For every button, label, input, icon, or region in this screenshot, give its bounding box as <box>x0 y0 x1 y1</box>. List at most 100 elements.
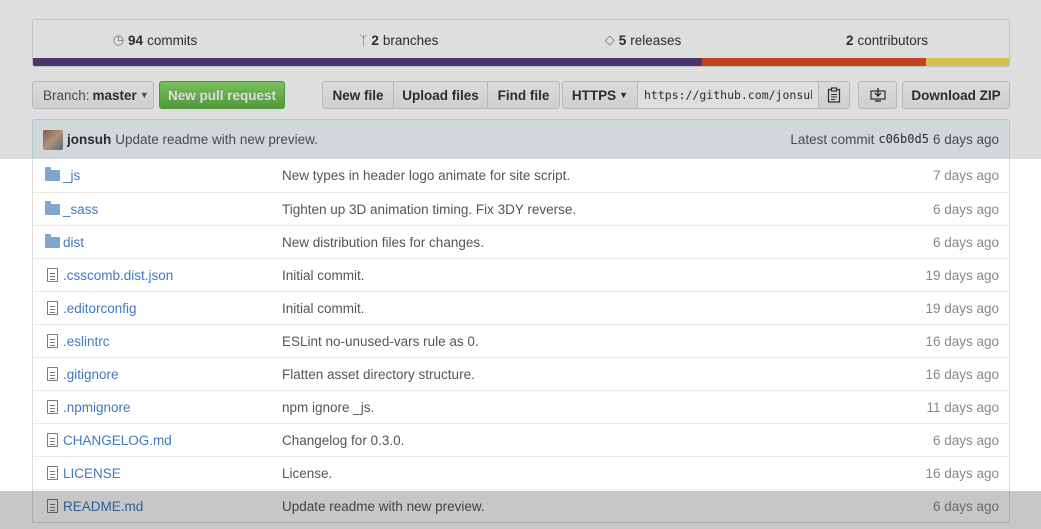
contributors-link[interactable]: 2 contributors <box>765 33 1009 48</box>
file-commit-message[interactable]: Changelog for 0.3.0. <box>282 433 889 448</box>
file-commit-message[interactable]: Update readme with new preview. <box>282 499 889 514</box>
commits-count: 94 <box>128 32 144 48</box>
commits-label: commits <box>147 32 198 48</box>
folder-icon <box>44 200 60 215</box>
releases-count: 5 <box>618 32 627 48</box>
file-age: 7 days ago <box>932 168 999 183</box>
file-toolbar: Branch: master ▼ New pull request New fi… <box>32 81 1010 109</box>
avatar[interactable] <box>43 129 63 150</box>
tag-icon: ◇ <box>604 32 615 47</box>
file-text-icon <box>46 433 58 447</box>
file-icon-cell <box>33 233 63 248</box>
new-pull-request-button[interactable]: New pull request <box>159 81 285 109</box>
find-file-button[interactable]: Find file <box>487 81 560 109</box>
file-icon-cell <box>33 200 63 215</box>
file-icon-cell <box>33 466 63 480</box>
file-icon-cell <box>33 433 63 447</box>
file-name-link[interactable]: _sass <box>63 202 282 217</box>
new-file-button[interactable]: New file <box>322 81 394 109</box>
history-icon: ◷ <box>112 32 125 47</box>
download-zip-button[interactable]: Download ZIP <box>902 81 1010 109</box>
file-list: _js New types in header logo animate for … <box>32 159 1010 523</box>
clone-url-group: HTTPS ▼ <box>562 81 850 109</box>
releases-link[interactable]: ◇ 5 releases <box>521 32 765 48</box>
file-name-link[interactable]: _js <box>63 168 282 183</box>
releases-label: releases <box>630 32 682 48</box>
file-row: dist New distribution files for changes. 6… <box>33 225 1009 258</box>
clone-protocol-button[interactable]: HTTPS ▼ <box>562 81 638 109</box>
file-text-icon <box>46 367 58 381</box>
caret-down-icon: ▼ <box>139 90 149 100</box>
commit-sha[interactable]: c06b0d5 <box>878 132 929 147</box>
file-commit-message[interactable]: New distribution files for changes. <box>282 235 889 250</box>
commits-link[interactable]: ◷ 94 commits <box>33 32 277 48</box>
latest-commit-bar: jonsuh Update readme with new preview. L… <box>32 119 1010 159</box>
file-name-link[interactable]: CHANGELOG.md <box>63 433 282 448</box>
file-row: .eslintrc ESLint no-unused-vars rule as 0… <box>33 324 1009 357</box>
file-age: 16 days ago <box>925 465 999 481</box>
clone-protocol-label: HTTPS <box>571 87 617 103</box>
file-name-link[interactable]: .npmignore <box>63 400 282 415</box>
file-row: .csscomb.dist.json Initial commit. 19 days… <box>33 258 1009 291</box>
file-icon-cell <box>33 334 63 348</box>
file-name-link[interactable]: LICENSE <box>63 466 282 481</box>
file-icon-cell <box>33 400 63 414</box>
folder-icon <box>44 233 60 248</box>
contributors-count: 2 <box>845 32 854 48</box>
desktop-download-icon <box>869 88 886 102</box>
file-name-link[interactable]: .editorconfig <box>63 301 282 316</box>
file-commit-message[interactable]: Tighten up 3D animation timing. Fix 3DY … <box>282 202 889 217</box>
branches-count: 2 <box>371 32 379 48</box>
branch-name: master <box>92 87 137 103</box>
branch-prefix: Branch: <box>43 87 90 103</box>
open-in-desktop-button[interactable] <box>858 81 897 109</box>
file-age: 6 days ago <box>932 234 999 250</box>
file-row: README.md Update readme with new preview.… <box>33 489 1009 522</box>
file-commit-message[interactable]: Initial commit. <box>282 301 889 316</box>
file-commit-message[interactable]: New types in header logo animate for sit… <box>282 168 889 183</box>
file-name-link[interactable]: .eslintrc <box>63 334 282 349</box>
file-icon-cell <box>33 367 63 381</box>
file-row: .gitignore Flatten asset directory struct… <box>33 357 1009 390</box>
file-icon-cell <box>33 301 63 315</box>
file-name-link[interactable]: README.md <box>63 499 282 514</box>
file-age: 6 days ago <box>932 498 999 514</box>
file-text-icon <box>46 499 58 513</box>
commit-message[interactable]: Update readme with new preview. <box>115 132 318 147</box>
file-name-link[interactable]: .csscomb.dist.json <box>63 268 282 283</box>
file-row: .editorconfig Initial commit. 19 days ago <box>33 291 1009 324</box>
branch-select-button[interactable]: Branch: master ▼ <box>32 81 154 109</box>
branches-link[interactable]: ᛉ 2 branches <box>277 33 521 48</box>
file-text-icon <box>46 334 58 348</box>
file-commit-message[interactable]: ESLint no-unused-vars rule as 0. <box>282 334 889 349</box>
latest-commit-info: Latest commit c06b0d5 6 days ago <box>790 132 999 147</box>
language-segment <box>926 58 1009 66</box>
file-commit-message[interactable]: npm ignore _js. <box>282 400 889 415</box>
file-icon-cell <box>33 167 63 181</box>
file-icon-cell <box>33 499 63 513</box>
language-segment <box>33 58 702 66</box>
file-icon-cell <box>33 268 63 282</box>
file-text-icon <box>46 268 58 282</box>
file-age: 6 days ago <box>932 432 999 448</box>
copy-to-clipboard-button[interactable] <box>818 81 850 109</box>
commit-author[interactable]: jonsuh <box>67 132 111 147</box>
file-commit-message[interactable]: Initial commit. <box>282 268 889 283</box>
file-age: 16 days ago <box>925 366 999 382</box>
branches-label: branches <box>382 32 439 48</box>
upload-files-button[interactable]: Upload files <box>393 81 488 109</box>
file-row: _js New types in header logo animate for … <box>33 159 1009 192</box>
repo-summary: ◷ 94 commits ᛉ 2 branches ◇ 5 releases 2… <box>32 19 1010 67</box>
language-bar[interactable] <box>33 58 1009 66</box>
folder-icon <box>44 167 60 181</box>
file-age: 16 days ago <box>925 333 999 349</box>
file-name-link[interactable]: .gitignore <box>63 367 282 382</box>
file-text-icon <box>46 301 58 315</box>
file-actions-group: New file Upload files Find file <box>322 81 560 109</box>
clone-url-input[interactable] <box>637 81 819 109</box>
file-commit-message[interactable]: Flatten asset directory structure. <box>282 367 889 382</box>
file-commit-message[interactable]: License. <box>282 466 889 481</box>
branch-icon: ᛉ <box>359 32 368 48</box>
file-name-link[interactable]: dist <box>63 235 282 250</box>
repository-page: ◷ 94 commits ᛉ 2 branches ◇ 5 releases 2… <box>0 0 1041 529</box>
